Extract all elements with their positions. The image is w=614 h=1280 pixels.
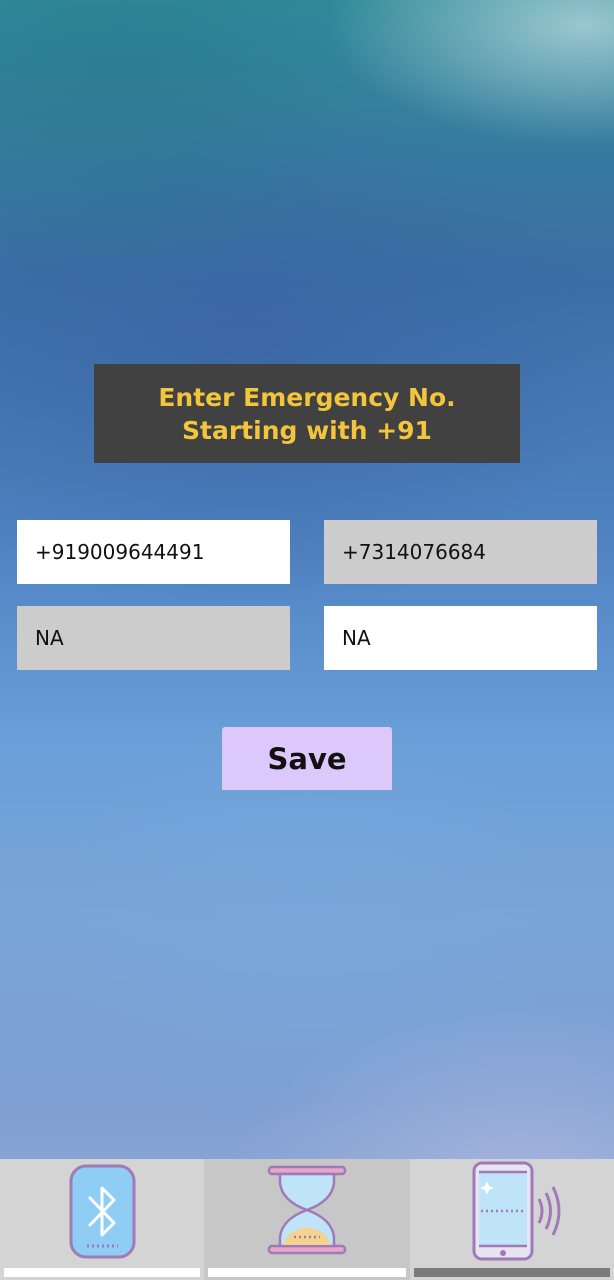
hourglass-icon — [252, 1161, 362, 1261]
save-button[interactable]: Save — [222, 727, 392, 790]
emergency-number-4-input[interactable] — [324, 606, 597, 670]
tab-indicator-active — [414, 1268, 610, 1277]
bottom-navigation — [0, 1159, 614, 1280]
instruction-line-1: Enter Emergency No. — [158, 382, 456, 412]
emergency-number-2-input[interactable] — [324, 520, 597, 584]
emergency-number-3-input[interactable] — [17, 606, 290, 670]
instruction-line-2: Starting with +91 — [182, 415, 432, 445]
instruction-banner: Enter Emergency No. Starting with +91 — [94, 364, 520, 463]
emergency-number-1-input[interactable] — [17, 520, 290, 584]
instruction-text: Enter Emergency No. Starting with +91 — [158, 381, 455, 447]
tab-vibration[interactable] — [410, 1159, 614, 1280]
tab-indicator — [4, 1268, 200, 1277]
tab-indicator — [208, 1268, 406, 1277]
phone-vibration-icon — [457, 1161, 567, 1261]
bluetooth-phone-icon — [47, 1161, 157, 1261]
tab-bluetooth[interactable] — [0, 1159, 204, 1280]
tab-timer[interactable] — [204, 1159, 410, 1280]
